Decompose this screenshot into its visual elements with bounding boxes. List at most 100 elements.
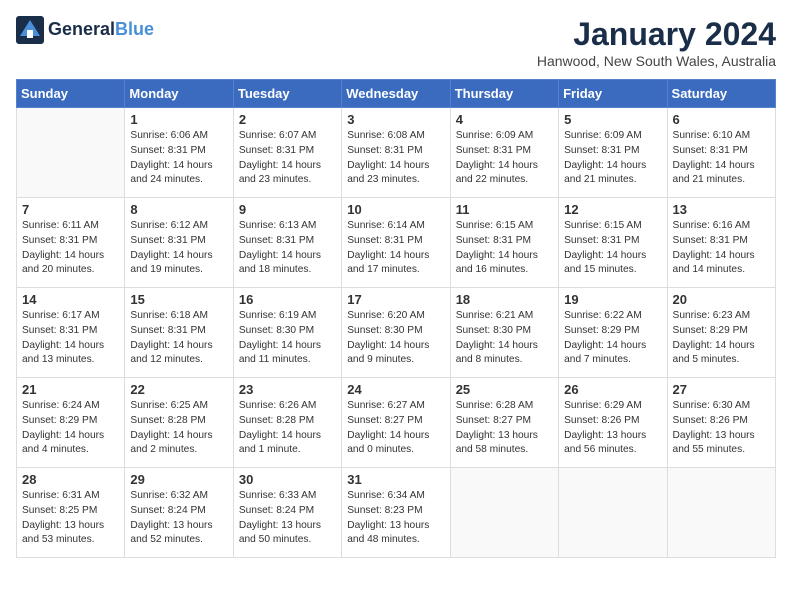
day-number: 4 (456, 112, 553, 127)
day-number: 3 (347, 112, 444, 127)
calendar-day: 14 Sunrise: 6:17 AM Sunset: 8:31 PM Dayli… (17, 288, 125, 378)
calendar-week-1: 1Sunrise: 6:06 AM Sunset: 8:31 PM Daylig… (17, 108, 776, 198)
day-header-tuesday: Tuesday (233, 80, 341, 108)
day-header-thursday: Thursday (450, 80, 558, 108)
page-header: GeneralBlue January 2024 Hanwood, New So… (16, 16, 776, 69)
calendar-day: 29 Sunrise: 6:32 AM Sunset: 8:24 PM Dayli… (125, 468, 233, 558)
day-header-saturday: Saturday (667, 80, 775, 108)
calendar-day: 19Sunrise: 6:22 AM Sunset: 8:29 PM Dayli… (559, 288, 667, 378)
location: Hanwood, New South Wales, Australia (537, 53, 776, 69)
day-info: Sunrise: 6:16 AM Sunset: 8:31 PM Dayligh… (673, 219, 770, 278)
day-info: Sunrise: 6:10 AM Sunset: 8:31 PM Dayligh… (673, 129, 770, 188)
day-info: Sunrise: 6:11 AM Sunset: 8:31 PM Dayligh… (22, 219, 119, 278)
day-info: Sunrise: 6:15 AM Sunset: 8:31 PM Dayligh… (456, 219, 553, 278)
calendar-week-4: 21 Sunrise: 6:24 AM Sunset: 8:29 PM Dayli… (17, 378, 776, 468)
day-number: 27 (673, 382, 770, 397)
calendar-day: 4 Sunrise: 6:09 AM Sunset: 8:31 PM Daylig… (450, 108, 558, 198)
day-info: Sunrise: 6:09 AM Sunset: 8:31 PM Dayligh… (456, 129, 553, 188)
day-number: 14 (22, 292, 119, 307)
day-number: 10 (347, 202, 444, 217)
day-header-wednesday: Wednesday (342, 80, 450, 108)
calendar-header-row: SundayMondayTuesdayWednesdayThursdayFrid… (17, 80, 776, 108)
day-info: Sunrise: 6:34 AM Sunset: 8:23 PM Dayligh… (347, 489, 444, 548)
day-number: 16 (239, 292, 336, 307)
calendar-day: 28 Sunrise: 6:31 AM Sunset: 8:25 PM Dayli… (17, 468, 125, 558)
calendar-day: 25Sunrise: 6:28 AM Sunset: 8:27 PM Dayli… (450, 378, 558, 468)
day-number: 20 (673, 292, 770, 307)
calendar-day: 10 Sunrise: 6:14 AM Sunset: 8:31 PM Dayli… (342, 198, 450, 288)
calendar-day: 11 Sunrise: 6:15 AM Sunset: 8:31 PM Dayli… (450, 198, 558, 288)
calendar-day: 13 Sunrise: 6:16 AM Sunset: 8:31 PM Dayli… (667, 198, 775, 288)
day-info: Sunrise: 6:17 AM Sunset: 8:31 PM Dayligh… (22, 309, 119, 368)
day-info: Sunrise: 6:19 AM Sunset: 8:30 PM Dayligh… (239, 309, 336, 368)
day-number: 13 (673, 202, 770, 217)
day-info: Sunrise: 6:24 AM Sunset: 8:29 PM Dayligh… (22, 399, 119, 458)
calendar-day (450, 468, 558, 558)
calendar-day: 8 Sunrise: 6:12 AM Sunset: 8:31 PM Daylig… (125, 198, 233, 288)
day-number: 8 (130, 202, 227, 217)
calendar-week-3: 14 Sunrise: 6:17 AM Sunset: 8:31 PM Dayli… (17, 288, 776, 378)
day-info: Sunrise: 6:14 AM Sunset: 8:31 PM Dayligh… (347, 219, 444, 278)
month-title: January 2024 (537, 16, 776, 53)
day-number: 26 (564, 382, 661, 397)
calendar-day: 31 Sunrise: 6:34 AM Sunset: 8:23 PM Dayli… (342, 468, 450, 558)
day-info: Sunrise: 6:13 AM Sunset: 8:31 PM Dayligh… (239, 219, 336, 278)
day-info: Sunrise: 6:33 AM Sunset: 8:24 PM Dayligh… (239, 489, 336, 548)
calendar-day: 1Sunrise: 6:06 AM Sunset: 8:31 PM Daylig… (125, 108, 233, 198)
day-info: Sunrise: 6:07 AM Sunset: 8:31 PM Dayligh… (239, 129, 336, 188)
calendar-week-2: 7 Sunrise: 6:11 AM Sunset: 8:31 PM Daylig… (17, 198, 776, 288)
day-number: 5 (564, 112, 661, 127)
day-number: 24 (347, 382, 444, 397)
day-info: Sunrise: 6:31 AM Sunset: 8:25 PM Dayligh… (22, 489, 119, 548)
calendar-day: 3Sunrise: 6:08 AM Sunset: 8:31 PM Daylig… (342, 108, 450, 198)
day-number: 18 (456, 292, 553, 307)
day-number: 9 (239, 202, 336, 217)
day-info: Sunrise: 6:15 AM Sunset: 8:31 PM Dayligh… (564, 219, 661, 278)
calendar-table: SundayMondayTuesdayWednesdayThursdayFrid… (16, 79, 776, 558)
day-info: Sunrise: 6:25 AM Sunset: 8:28 PM Dayligh… (130, 399, 227, 458)
calendar-day (559, 468, 667, 558)
calendar-day (667, 468, 775, 558)
day-number: 11 (456, 202, 553, 217)
day-info: Sunrise: 6:28 AM Sunset: 8:27 PM Dayligh… (456, 399, 553, 458)
day-header-sunday: Sunday (17, 80, 125, 108)
day-info: Sunrise: 6:22 AM Sunset: 8:29 PM Dayligh… (564, 309, 661, 368)
logo: GeneralBlue (16, 16, 154, 44)
day-number: 7 (22, 202, 119, 217)
day-header-friday: Friday (559, 80, 667, 108)
day-number: 21 (22, 382, 119, 397)
calendar-day: 26 Sunrise: 6:29 AM Sunset: 8:26 PM Dayli… (559, 378, 667, 468)
day-number: 2 (239, 112, 336, 127)
day-info: Sunrise: 6:09 AM Sunset: 8:31 PM Dayligh… (564, 129, 661, 188)
calendar-day: 22 Sunrise: 6:25 AM Sunset: 8:28 PM Dayli… (125, 378, 233, 468)
day-info: Sunrise: 6:20 AM Sunset: 8:30 PM Dayligh… (347, 309, 444, 368)
calendar-day: 30Sunrise: 6:33 AM Sunset: 8:24 PM Dayli… (233, 468, 341, 558)
calendar-day: 17Sunrise: 6:20 AM Sunset: 8:30 PM Dayli… (342, 288, 450, 378)
day-info: Sunrise: 6:27 AM Sunset: 8:27 PM Dayligh… (347, 399, 444, 458)
calendar-day (17, 108, 125, 198)
day-number: 1 (130, 112, 227, 127)
day-info: Sunrise: 6:18 AM Sunset: 8:31 PM Dayligh… (130, 309, 227, 368)
title-block: January 2024 Hanwood, New South Wales, A… (537, 16, 776, 69)
day-number: 23 (239, 382, 336, 397)
day-info: Sunrise: 6:26 AM Sunset: 8:28 PM Dayligh… (239, 399, 336, 458)
calendar-day: 6Sunrise: 6:10 AM Sunset: 8:31 PM Daylig… (667, 108, 775, 198)
day-header-monday: Monday (125, 80, 233, 108)
calendar-day: 15Sunrise: 6:18 AM Sunset: 8:31 PM Dayli… (125, 288, 233, 378)
logo-text: GeneralBlue (48, 20, 154, 40)
day-number: 28 (22, 472, 119, 487)
calendar-day: 16 Sunrise: 6:19 AM Sunset: 8:30 PM Dayli… (233, 288, 341, 378)
day-info: Sunrise: 6:12 AM Sunset: 8:31 PM Dayligh… (130, 219, 227, 278)
day-info: Sunrise: 6:21 AM Sunset: 8:30 PM Dayligh… (456, 309, 553, 368)
day-info: Sunrise: 6:29 AM Sunset: 8:26 PM Dayligh… (564, 399, 661, 458)
day-number: 31 (347, 472, 444, 487)
day-info: Sunrise: 6:30 AM Sunset: 8:26 PM Dayligh… (673, 399, 770, 458)
day-info: Sunrise: 6:32 AM Sunset: 8:24 PM Dayligh… (130, 489, 227, 548)
calendar-day: 20 Sunrise: 6:23 AM Sunset: 8:29 PM Dayli… (667, 288, 775, 378)
day-number: 22 (130, 382, 227, 397)
day-number: 29 (130, 472, 227, 487)
calendar-day: 18 Sunrise: 6:21 AM Sunset: 8:30 PM Dayli… (450, 288, 558, 378)
day-info: Sunrise: 6:23 AM Sunset: 8:29 PM Dayligh… (673, 309, 770, 368)
calendar-day: 5 Sunrise: 6:09 AM Sunset: 8:31 PM Daylig… (559, 108, 667, 198)
logo-icon (16, 16, 44, 44)
